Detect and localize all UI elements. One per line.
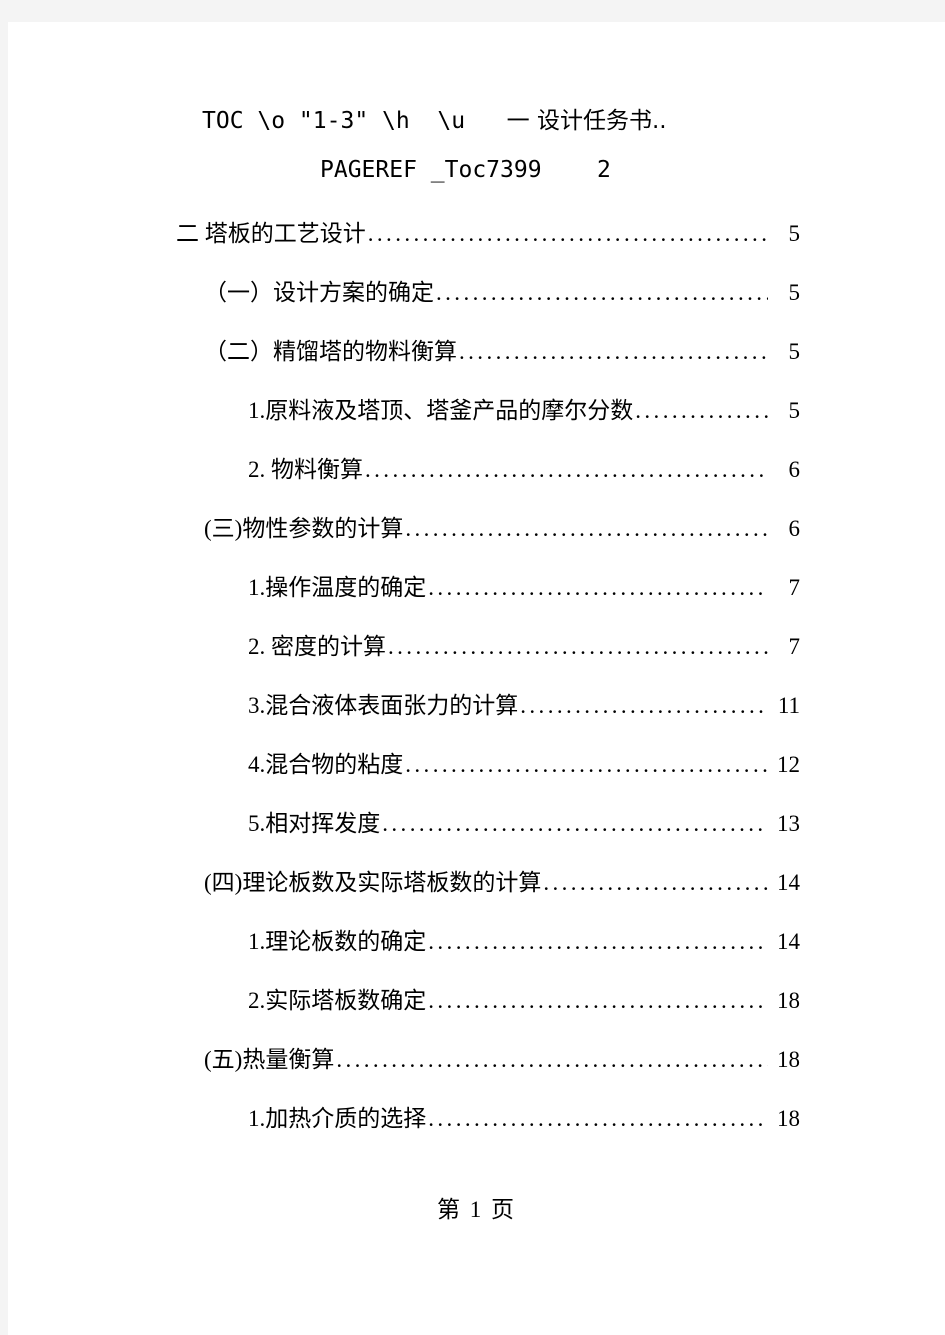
toc-entry-page: 11 [777,693,800,718]
document-page: TOC \o "1-3" \h \u 一 设计任务书.. PAGEREF _To… [8,22,945,1335]
toc-leader-dots [428,989,768,1012]
field-code-line-1: TOC \o "1-3" \h \u 一 设计任务书.. [170,110,800,133]
toc-entry-label: 1.原料液及塔顶、塔釜产品的摩尔分数 [248,398,634,423]
toc-entry-label: 5.相对挥发度 [248,811,381,836]
toc-leader-dots [459,340,768,363]
toc-entry-page: 5 [788,280,801,305]
toc-leader-dots [382,812,768,835]
toc-entry[interactable]: 2. 物料衡算 6 [248,458,800,481]
toc-leader-dots [368,222,768,245]
toc-entry[interactable]: 2. 密度的计算 7 [248,635,800,658]
toc-entry[interactable]: 1.操作温度的确定 7 [248,576,800,599]
toc-leader-dots [635,399,768,422]
toc-leader-dots [428,930,768,953]
toc-entry[interactable]: (三)物性参数的计算 6 [204,517,800,540]
toc-entry-page: 13 [777,811,800,836]
toc-entry-page: 7 [788,634,801,659]
toc-entry-page: 14 [777,929,800,954]
toc-entry-label: 1.理论板数的确定 [248,929,427,954]
toc-entry[interactable]: 2.实际塔板数确定 18 [248,989,800,1012]
document-content: TOC \o "1-3" \h \u 一 设计任务书.. PAGEREF _To… [170,110,800,1166]
field-code-ascii: TOC \o "1-3" \h \u [202,108,507,134]
toc-entry[interactable]: 4.混合物的粘度 12 [248,753,800,776]
toc-entry-label: （二）精馏塔的物料衡算 [204,339,457,364]
toc-entry-label: (四)理论板数及实际塔板数的计算 [204,870,542,895]
toc-leader-dots [336,1048,768,1071]
toc-entry-page: 6 [788,457,801,482]
toc-entry-page: 5 [788,221,801,246]
field-code-line-2: PAGEREF _Toc7399 2 [320,157,611,183]
toc-entry-label: (五)热量衡算 [204,1047,335,1072]
toc-entry[interactable]: (四)理论板数及实际塔板数的计算 14 [204,871,800,894]
toc-entry-page: 12 [777,752,800,777]
toc-leader-dots [428,1107,768,1130]
toc-entry[interactable]: （一）设计方案的确定 5 [204,281,800,304]
toc-entry[interactable]: 二 塔板的工艺设计 5 [176,222,800,245]
toc-leader-dots [405,517,768,540]
toc-entry-label: 1.加热介质的选择 [248,1106,427,1131]
toc-entry-page: 18 [777,1106,800,1131]
toc-entry-label: 二 塔板的工艺设计 [176,221,366,246]
toc-entry-page: 5 [788,398,801,423]
toc-entry-label: 1.操作温度的确定 [248,575,427,600]
toc-leader-dots [405,753,768,776]
toc-entry[interactable]: 1.原料液及塔顶、塔釜产品的摩尔分数 5 [248,399,800,422]
toc-entry-label: 3.混合液体表面张力的计算 [248,693,519,718]
toc-entry[interactable]: (五)热量衡算 18 [204,1048,800,1071]
toc-entry[interactable]: 1.加热介质的选择 18 [248,1107,800,1130]
toc-leader-dots [365,458,768,481]
toc-entry-page: 6 [788,516,801,541]
toc-entry-label: (三)物性参数的计算 [204,516,404,541]
toc-entry-page: 7 [788,575,801,600]
toc-entry[interactable]: 3.混合液体表面张力的计算 11 [248,694,800,717]
toc-entry-label: （一）设计方案的确定 [204,280,434,305]
toc-leader-dots [520,694,768,717]
toc-entry-page: 14 [777,870,800,895]
toc-entry-label: 4.混合物的粘度 [248,752,404,777]
page-footer: 第 1 页 [437,1197,516,1222]
toc-entry[interactable]: 1.理论板数的确定 14 [248,930,800,953]
toc-leader-dots [436,281,768,304]
toc-leader-dots [428,576,768,599]
toc-leader-dots [388,635,768,658]
toc-entry-label: 2. 物料衡算 [248,457,363,482]
toc-leader-dots [543,871,768,894]
toc-entry-label: 2.实际塔板数确定 [248,988,427,1013]
toc-entry-page: 18 [777,1047,800,1072]
toc-entry-page: 18 [777,988,800,1013]
toc-entry-label: 2. 密度的计算 [248,634,386,659]
toc-entry-page: 5 [788,339,801,364]
field-code-cjk: 一 设计任务书.. [506,108,667,134]
toc-entry[interactable]: （二）精馏塔的物料衡算 5 [204,340,800,363]
toc-entry[interactable]: 5.相对挥发度 13 [248,812,800,835]
